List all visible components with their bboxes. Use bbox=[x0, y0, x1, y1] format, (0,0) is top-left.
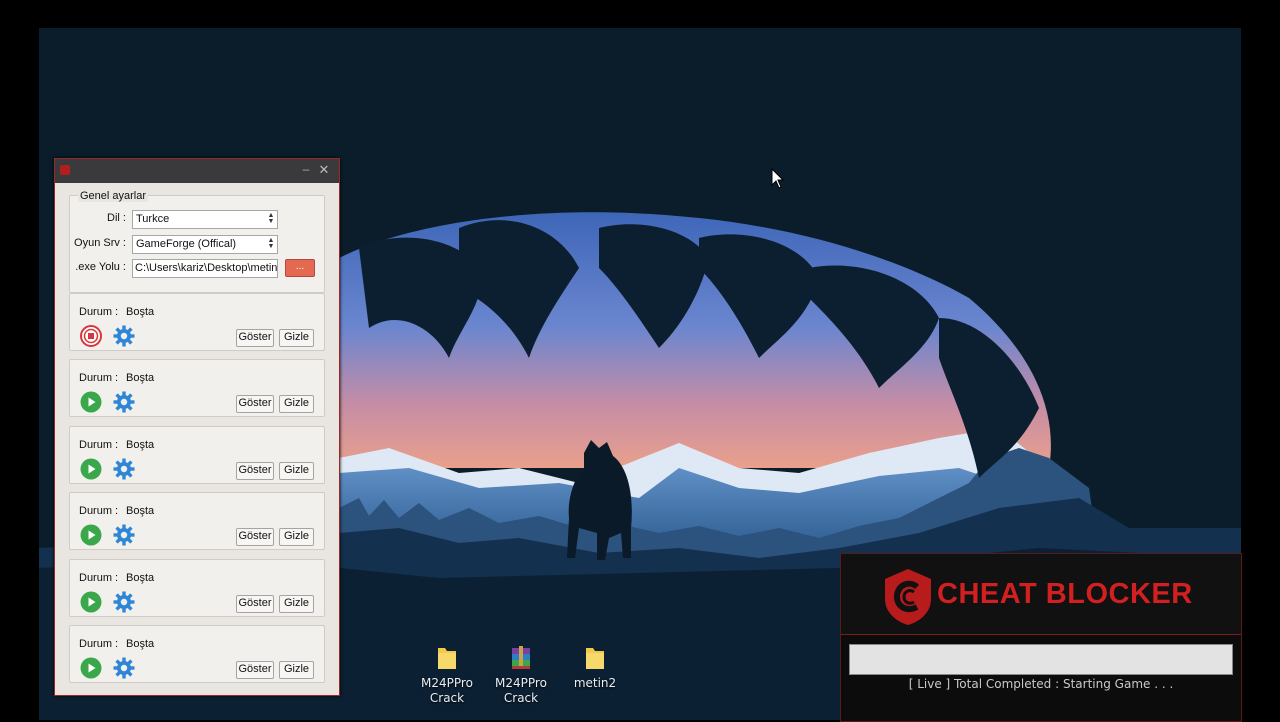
cheat-blocker-brand: CHEAT BLOCKER bbox=[937, 578, 1193, 610]
start-button[interactable] bbox=[80, 657, 102, 679]
exe-path-value: C:\Users\kariz\Desktop\metin2 bbox=[135, 262, 278, 274]
bot-slot: Durum : Boşta Göster Gizle bbox=[69, 558, 325, 617]
bot-slot: Durum : Boşta Göster Gizle bbox=[69, 625, 325, 683]
desktop-icon-m24ppro-folder[interactable]: M24PPro Crack bbox=[410, 644, 484, 706]
status-value: Boşta bbox=[126, 372, 155, 385]
show-button[interactable]: Göster bbox=[236, 661, 274, 679]
hide-button[interactable]: Gizle bbox=[279, 528, 314, 547]
show-button[interactable]: Göster bbox=[236, 594, 274, 613]
bot-slot: Durum : Boşta Göster Gizle bbox=[69, 425, 325, 484]
status-label: Durum : bbox=[79, 571, 119, 584]
play-icon bbox=[80, 524, 102, 549]
gear-icon bbox=[113, 391, 135, 416]
status-value: Boşta bbox=[126, 306, 155, 318]
status-value: Boşta bbox=[126, 638, 155, 650]
settings-button[interactable] bbox=[113, 391, 135, 413]
exe-path-label: .exe Yolu : bbox=[75, 261, 126, 273]
screen: M24PPro Crack M24PPro Crack metin2 – ✕ G… bbox=[0, 0, 1280, 722]
winrar-archive-icon bbox=[512, 646, 530, 669]
bot-window[interactable]: – ✕ Genel ayarlar Dil : Turkce ▲ ▼ Oyun S… bbox=[54, 158, 340, 696]
desktop-icon-metin2-folder[interactable]: metin2 bbox=[558, 644, 632, 691]
loading-progress-bar bbox=[849, 644, 1233, 675]
play-icon bbox=[80, 458, 102, 483]
exe-path-input[interactable]: C:\Users\kariz\Desktop\metin2 bbox=[132, 259, 278, 278]
general-settings-legend: Genel ayarlar bbox=[78, 190, 149, 202]
spin-arrows-icon: ▲ ▼ bbox=[267, 212, 275, 225]
hide-button[interactable]: Gizle bbox=[279, 661, 314, 679]
show-button[interactable]: Göster bbox=[236, 395, 274, 414]
status-label: Durum : bbox=[79, 306, 119, 318]
status-label: Durum : bbox=[79, 372, 119, 385]
show-button[interactable]: Göster bbox=[236, 461, 274, 480]
start-button[interactable] bbox=[80, 391, 102, 413]
server-value: GameForge (Offical) bbox=[136, 238, 237, 250]
hide-button[interactable]: Gizle bbox=[279, 594, 314, 613]
cheat-blocker-window: CHEAT BLOCKER [ Live ] Total Completed :… bbox=[840, 553, 1242, 722]
show-button[interactable]: Göster bbox=[236, 528, 274, 547]
desktop-icon-m24ppro-archive[interactable]: M24PPro Crack bbox=[484, 644, 558, 706]
settings-button[interactable] bbox=[113, 591, 135, 613]
stop-icon bbox=[80, 325, 102, 350]
window-titlebar[interactable]: – ✕ bbox=[55, 159, 339, 183]
language-select[interactable]: Turkce ▲ ▼ bbox=[132, 210, 278, 229]
stop-button[interactable] bbox=[80, 325, 102, 347]
app-icon bbox=[60, 165, 70, 175]
settings-button[interactable] bbox=[113, 524, 135, 546]
desktop-icon-label: M24PPro Crack bbox=[421, 676, 473, 705]
status-label: Durum : bbox=[79, 638, 119, 650]
server-label: Oyun Srv : bbox=[74, 237, 126, 249]
gear-icon bbox=[113, 657, 135, 682]
close-button[interactable]: ✕ bbox=[317, 162, 331, 178]
language-label: Dil : bbox=[107, 212, 126, 224]
bot-slot: Durum : Boşta Göster Gizle bbox=[69, 293, 325, 351]
status-value: Boşta bbox=[126, 438, 155, 451]
gear-icon bbox=[113, 458, 135, 483]
desktop-icon-label: M24PPro Crack bbox=[495, 676, 547, 705]
browse-button[interactable]: ... bbox=[285, 259, 315, 277]
minimize-button[interactable]: – bbox=[299, 162, 313, 178]
server-select[interactable]: GameForge (Offical) ▲ ▼ bbox=[132, 235, 278, 254]
cheat-blocker-status: [ Live ] Total Completed : Starting Game… bbox=[908, 677, 1174, 691]
play-icon bbox=[80, 591, 102, 616]
play-icon bbox=[80, 391, 102, 416]
general-settings-group: Genel ayarlar Dil : Turkce ▲ ▼ Oyun Srv :… bbox=[69, 190, 325, 293]
status-value: Boşta bbox=[126, 571, 155, 584]
cheat-blocker-header: CHEAT BLOCKER bbox=[841, 554, 1241, 635]
folder-icon bbox=[438, 648, 456, 669]
hide-button[interactable]: Gizle bbox=[279, 395, 314, 414]
play-icon bbox=[80, 657, 102, 682]
hide-button[interactable]: Gizle bbox=[279, 329, 314, 347]
settings-button[interactable] bbox=[113, 458, 135, 480]
spin-arrows-icon: ▲ ▼ bbox=[267, 237, 275, 250]
language-value: Turkce bbox=[136, 213, 170, 225]
status-label: Durum : bbox=[79, 438, 119, 451]
bot-slot: Durum : Boşta Göster Gizle bbox=[69, 492, 325, 551]
start-button[interactable] bbox=[80, 591, 102, 613]
progress-fill bbox=[850, 645, 1232, 674]
status-label: Durum : bbox=[79, 505, 119, 518]
bot-slot: Durum : Boşta Göster Gizle bbox=[69, 359, 325, 418]
gear-icon bbox=[113, 591, 135, 616]
settings-button[interactable] bbox=[113, 657, 135, 679]
gear-icon bbox=[113, 325, 135, 350]
start-button[interactable] bbox=[80, 524, 102, 546]
cheat-blocker-logo-icon bbox=[885, 569, 931, 625]
start-button[interactable] bbox=[80, 458, 102, 480]
status-value: Boşta bbox=[126, 505, 155, 518]
desktop-icon-label: metin2 bbox=[573, 676, 617, 690]
settings-button[interactable] bbox=[113, 325, 135, 347]
folder-icon bbox=[586, 648, 604, 669]
hide-button[interactable]: Gizle bbox=[279, 461, 314, 480]
show-button[interactable]: Göster bbox=[236, 329, 274, 347]
mouse-cursor-icon bbox=[771, 168, 785, 189]
gear-icon bbox=[113, 524, 135, 549]
